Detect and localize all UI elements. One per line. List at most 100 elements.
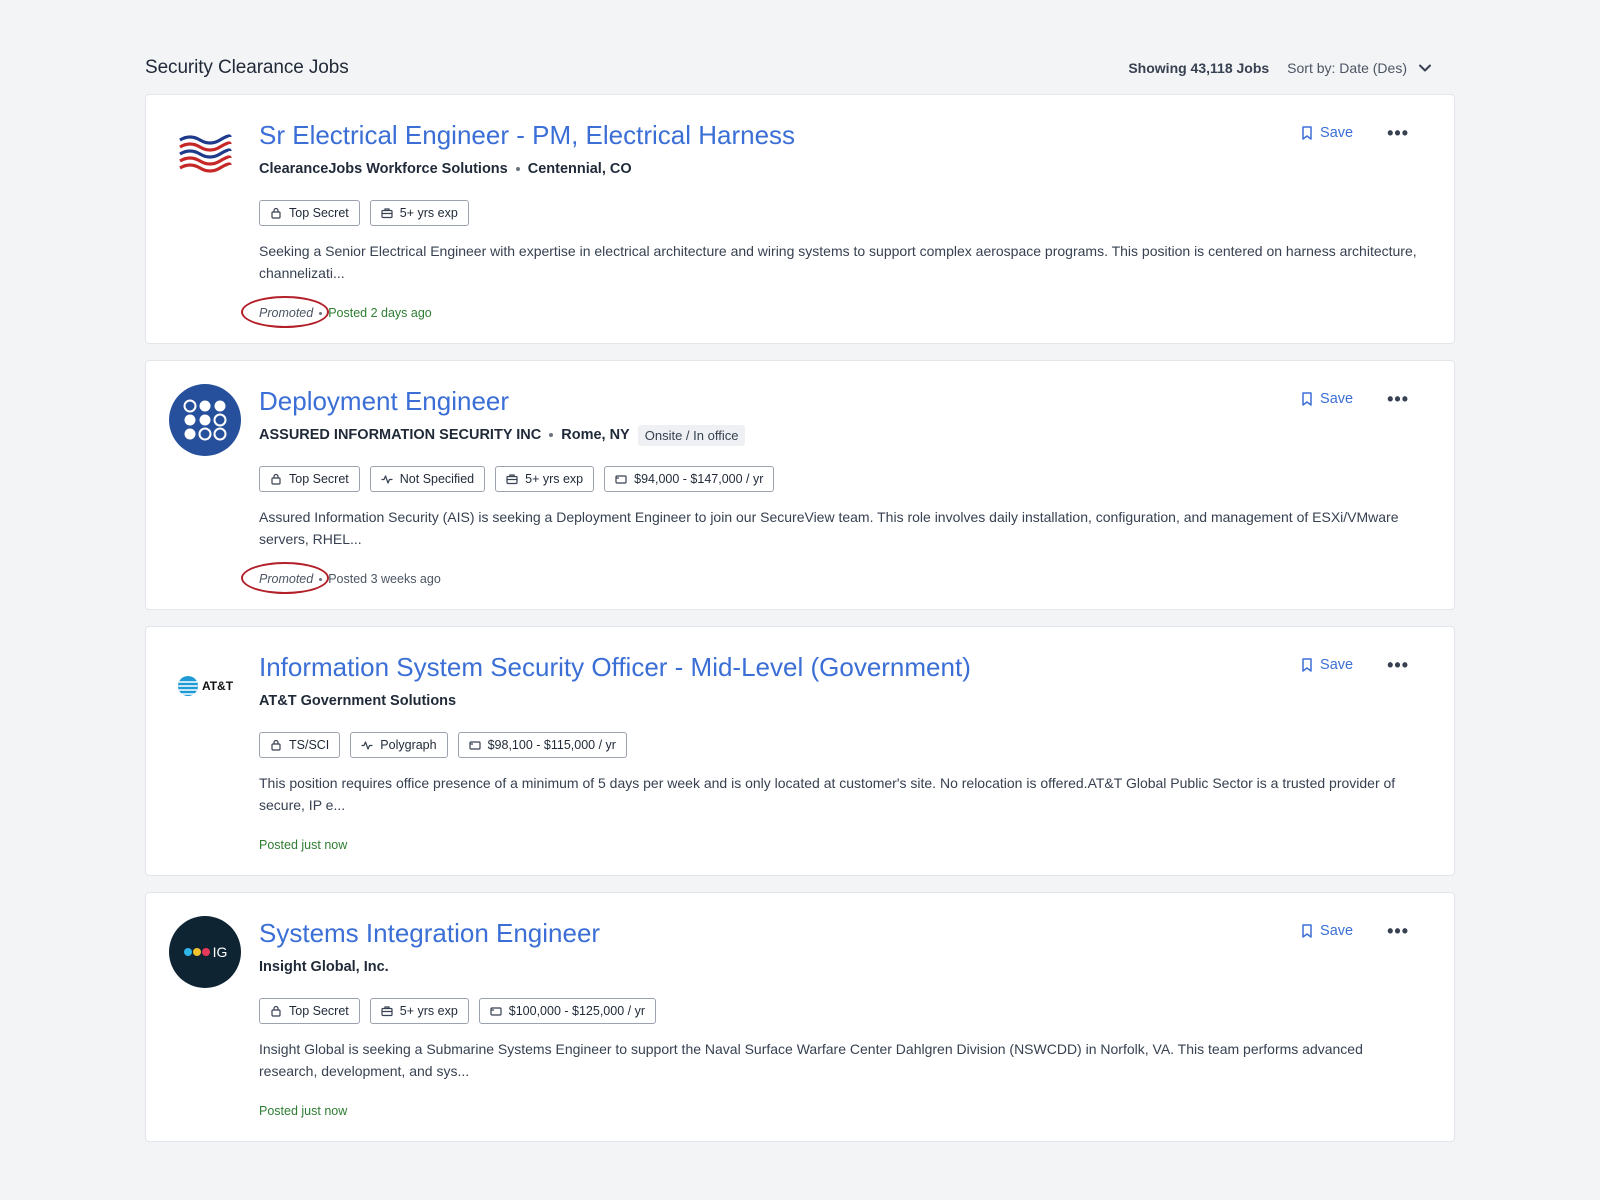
job-meta: ASSURED INFORMATION SECURITY INC Rome, N… [259,423,1430,447]
company-logo [169,118,241,190]
bookmark-icon [1302,126,1312,140]
job-card[interactable]: Sr Electrical Engineer - PM, Electrical … [145,94,1455,344]
save-label: Save [1320,391,1354,407]
more-options-button[interactable]: ••• [1387,922,1409,940]
company-name[interactable]: AT&T Government Solutions [259,693,456,709]
flag-logo-icon [179,134,232,173]
clearance-tag: TS/SCI [259,732,341,758]
briefcase-icon [381,208,393,219]
job-tags: Top Secret Not Specified 5+ yrs exp $94,… [259,466,1430,492]
save-button[interactable]: Save [1301,657,1353,673]
sort-dropdown[interactable]: Sort by: Date (Des) [1287,60,1433,76]
promoted-label: Promoted [241,296,329,328]
experience-tag: 5+ yrs exp [495,466,595,492]
page-title: Security Clearance Jobs [145,57,349,78]
logo-wordmark: AT&T [201,679,234,693]
separator-dot [319,311,323,315]
dots-logo-icon [183,399,227,441]
job-description: This position requires office presence o… [259,775,1396,813]
bookmark-icon [1302,924,1312,938]
separator-dot [549,433,554,437]
posted-date: Posted just now [259,838,348,852]
job-actions: Save ••• [1301,124,1409,142]
workplace-badge: Onsite / In office [637,424,746,446]
job-actions: Save ••• [1301,656,1409,674]
job-actions: Save ••• [1301,390,1409,408]
job-meta: ClearanceJobs Workforce Solutions Centen… [259,157,1430,181]
lock-icon [271,207,281,219]
job-location: Rome, NY [561,427,630,443]
job-actions: Save ••• [1301,922,1409,940]
polygraph-tag: Not Specified [369,466,486,492]
save-button[interactable]: Save [1301,125,1353,141]
more-options-button[interactable]: ••• [1387,656,1409,674]
job-title-link[interactable]: Systems Integration Engineer [259,915,1430,951]
posted-date: Posted just now [259,1104,348,1118]
bookmark-icon [1302,658,1312,672]
tag-label: Top Secret [289,206,349,220]
job-location: Centennial, CO [527,161,632,177]
promoted-label: Promoted [241,562,329,594]
tag-label: Top Secret [289,472,349,486]
save-button[interactable]: Save [1301,923,1353,939]
salary-tag: $98,100 - $115,000 / yr [457,732,627,758]
tag-label: $94,000 - $147,000 / yr [634,472,764,486]
promoted-text: Promoted [259,306,314,320]
job-footer: Posted just now [259,1104,347,1118]
company-name[interactable]: Insight Global, Inc. [259,959,389,975]
tag-label: TS/SCI [289,738,330,752]
clearance-tag: Top Secret [259,200,360,226]
job-title-link[interactable]: Sr Electrical Engineer - PM, Electrical … [259,117,1430,153]
tag-label: 5+ yrs exp [525,472,584,486]
tag-label: 5+ yrs exp [399,1004,458,1018]
job-card[interactable]: IG Systems Integration Engineer Insight … [145,892,1455,1142]
job-tags: Top Secret 5+ yrs exp $100,000 - $125,00… [259,998,1430,1024]
results-controls: Showing 43,118 Jobs Sort by: Date (Des) [1128,60,1433,76]
job-card[interactable]: AT&T Information System Security Officer… [145,626,1455,876]
salary-tag: $100,000 - $125,000 / yr [478,998,656,1024]
job-content: Sr Electrical Engineer - PM, Electrical … [259,117,1430,284]
job-description: Seeking a Senior Electrical Engineer wit… [259,243,1417,281]
company-logo [169,384,241,456]
clearance-tag: Top Secret [259,998,360,1024]
job-results-page: Security Clearance Jobs Showing 43,118 J… [145,52,1455,1158]
job-tags: TS/SCI Polygraph $98,100 - $115,000 / yr [259,732,1430,758]
lock-icon [271,473,281,485]
clearance-tag: Top Secret [259,466,360,492]
job-content: Systems Integration Engineer Insight Glo… [259,915,1430,1082]
money-icon [468,741,481,750]
job-content: Deployment Engineer ASSURED INFORMATION … [259,383,1430,550]
save-button[interactable]: Save [1301,391,1353,407]
job-title-link[interactable]: Information System Security Officer - Mi… [259,649,1430,685]
polygraph-tag: Polygraph [350,732,448,758]
company-logo: AT&T [169,650,241,722]
job-footer: Posted just now [259,838,347,852]
logo-wordmark: IG [212,944,228,960]
posted-date: Posted 3 weeks ago [328,572,441,586]
more-options-button[interactable]: ••• [1387,390,1409,408]
job-tags: Top Secret 5+ yrs exp [259,200,1430,226]
experience-tag: 5+ yrs exp [369,998,469,1024]
lock-icon [271,1005,281,1017]
bookmark-icon [1302,392,1312,406]
more-options-button[interactable]: ••• [1387,124,1409,142]
job-card[interactable]: Deployment Engineer ASSURED INFORMATION … [145,360,1455,610]
chevron-down-icon [1419,64,1431,72]
job-title-link[interactable]: Deployment Engineer [259,383,1430,419]
job-footer: Promoted Posted 3 weeks ago [241,562,441,594]
save-label: Save [1320,923,1354,939]
promoted-text: Promoted [259,572,314,586]
salary-tag: $94,000 - $147,000 / yr [604,466,775,492]
tag-label: Top Secret [289,1004,349,1018]
job-meta: Insight Global, Inc. [259,955,1430,979]
results-count: Showing 43,118 Jobs [1128,60,1270,76]
job-description: Assured Information Security (AIS) is se… [259,509,1399,547]
tag-label: $100,000 - $125,000 / yr [508,1004,645,1018]
company-name[interactable]: ASSURED INFORMATION SECURITY INC [259,427,541,443]
briefcase-icon [381,1006,393,1017]
save-label: Save [1320,657,1354,673]
results-header: Security Clearance Jobs Showing 43,118 J… [145,52,1455,84]
separator-dot [515,167,520,171]
tag-label: 5+ yrs exp [399,206,458,220]
company-name[interactable]: ClearanceJobs Workforce Solutions [259,161,508,177]
